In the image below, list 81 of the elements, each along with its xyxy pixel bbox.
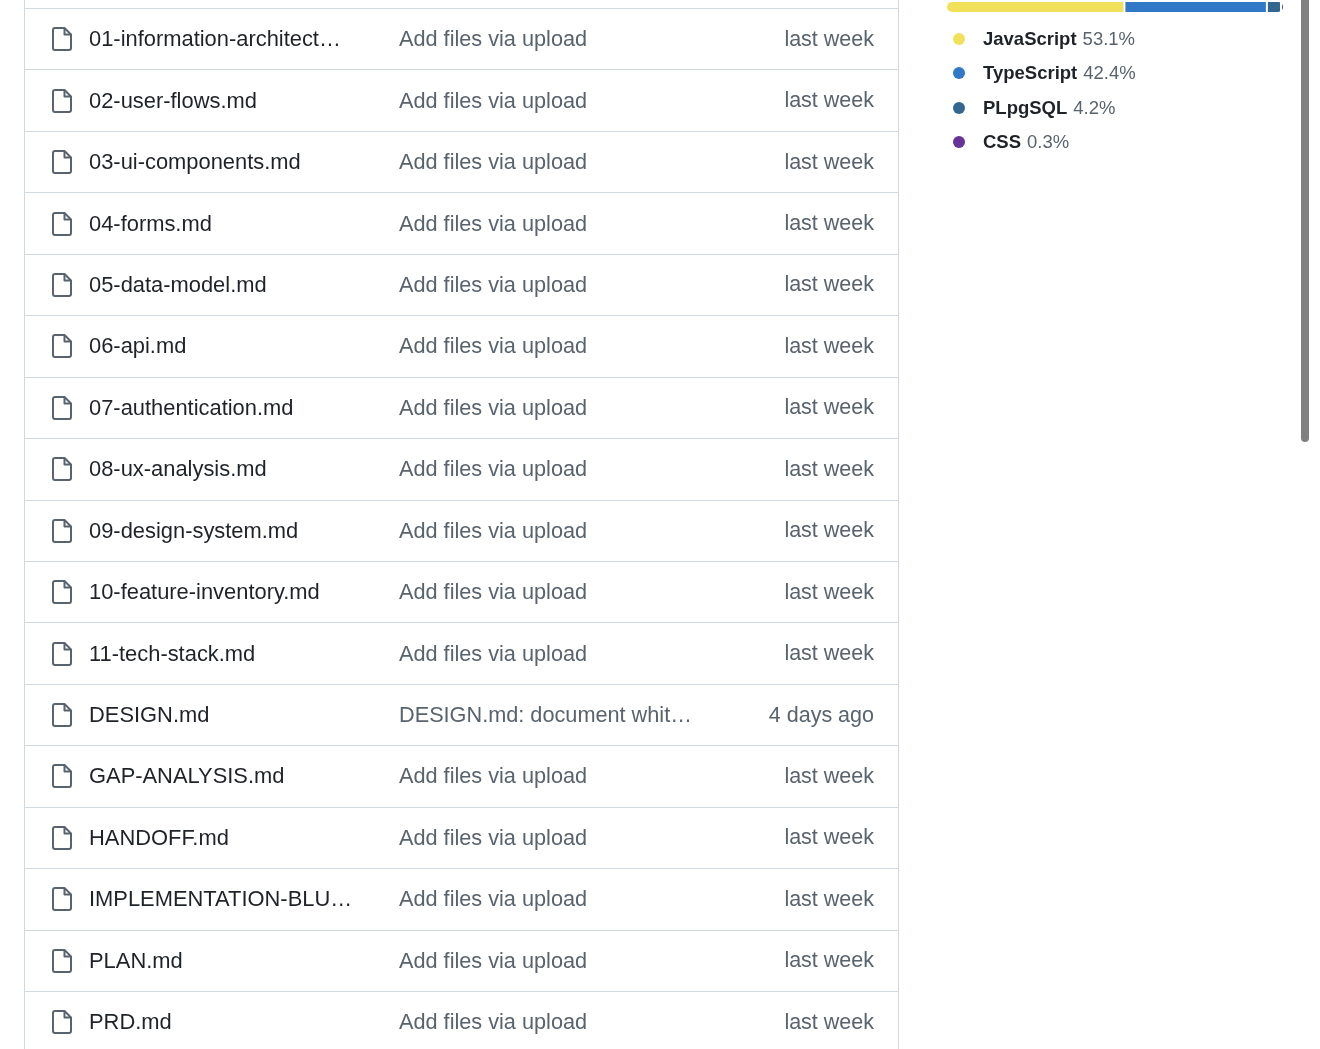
file-icon bbox=[52, 518, 72, 543]
updated-time: last week bbox=[784, 149, 874, 175]
updated-time: last week bbox=[784, 272, 874, 298]
file-icon bbox=[52, 457, 72, 482]
file-name-link[interactable]: 02-user-flows.md bbox=[89, 87, 379, 114]
language-name: CSS bbox=[983, 131, 1022, 154]
updated-time: last week bbox=[784, 948, 874, 974]
file-name-link[interactable]: HANDOFF.md bbox=[89, 824, 379, 851]
language-link[interactable]: CSS 0.3% bbox=[953, 130, 1070, 154]
file-name-link[interactable]: 09-design-system.md bbox=[89, 517, 379, 544]
commit-message-link[interactable]: Add files via upload bbox=[399, 271, 588, 298]
commit-message-link[interactable]: Add files via upload bbox=[399, 824, 588, 851]
file-icon bbox=[52, 272, 72, 297]
file-icon bbox=[52, 580, 72, 605]
language-name: JavaScript bbox=[983, 27, 1077, 50]
file-name-link[interactable]: 10-feature-inventory.md bbox=[89, 579, 379, 606]
commit-message-link[interactable]: Add files via upload bbox=[399, 579, 588, 606]
file-name-link[interactable]: 08-ux-analysis.md bbox=[89, 456, 379, 483]
commit-message-link[interactable]: Add files via upload bbox=[399, 886, 588, 913]
language-percent: 4.2% bbox=[1073, 96, 1116, 119]
updated-time: last week bbox=[784, 395, 874, 421]
commit-message-link[interactable]: Add files via upload bbox=[399, 26, 588, 53]
file-name-link[interactable]: 06-api.md bbox=[89, 333, 379, 360]
updated-time: last week bbox=[784, 26, 874, 52]
commit-message-link[interactable]: Add files via upload bbox=[399, 210, 588, 237]
language-percent: 53.1% bbox=[1082, 27, 1136, 50]
updated-time: last week bbox=[784, 579, 874, 605]
language-link[interactable]: PLpgSQL 4.2% bbox=[953, 96, 1116, 120]
commit-message-link[interactable]: Add files via upload bbox=[399, 149, 588, 176]
updated-time: last week bbox=[784, 211, 874, 237]
commit-message-link[interactable]: DESIGN.md: document whit… bbox=[399, 702, 692, 729]
file-name-link[interactable]: PLAN.md bbox=[89, 947, 379, 974]
commit-message-link[interactable]: Add files via upload bbox=[399, 394, 588, 421]
commit-message-link[interactable]: Add files via upload bbox=[399, 456, 588, 483]
file-icon bbox=[52, 764, 72, 789]
file-icon bbox=[52, 825, 72, 850]
updated-time: 4 days ago bbox=[768, 702, 874, 728]
file-icon bbox=[52, 334, 72, 359]
language-link[interactable]: TypeScript 42.4% bbox=[953, 61, 1136, 85]
file-icon bbox=[52, 88, 72, 113]
file-name-link[interactable]: 01-information-architect… bbox=[89, 26, 379, 53]
file-icon bbox=[52, 395, 72, 420]
commit-message-link[interactable]: Add files via upload bbox=[399, 763, 588, 790]
file-name-link[interactable]: 03-ui-components.md bbox=[89, 149, 379, 176]
file-name-link[interactable]: 05-data-model.md bbox=[89, 271, 379, 298]
file-icon bbox=[52, 150, 72, 175]
updated-time: last week bbox=[784, 763, 874, 789]
commit-message-link[interactable]: Add files via upload bbox=[399, 640, 588, 667]
updated-time: last week bbox=[784, 456, 874, 482]
language-name: PLpgSQL bbox=[983, 96, 1068, 119]
file-icon bbox=[52, 948, 72, 973]
file-icon bbox=[52, 27, 72, 52]
file-icon bbox=[52, 703, 72, 728]
language-percent: 0.3% bbox=[1027, 131, 1070, 154]
file-icon bbox=[52, 211, 72, 236]
commit-message-link[interactable]: Add files via upload bbox=[399, 333, 588, 360]
file-icon bbox=[52, 887, 72, 912]
updated-time: last week bbox=[784, 518, 874, 544]
language-name: TypeScript bbox=[983, 62, 1078, 85]
file-icon bbox=[52, 641, 72, 666]
file-name-link[interactable]: DESIGN.md bbox=[89, 702, 379, 729]
language-link[interactable]: JavaScript 53.1% bbox=[953, 27, 1136, 51]
file-name-link[interactable]: IMPLEMENTATION-BLU… bbox=[89, 886, 379, 913]
updated-time: last week bbox=[784, 886, 874, 912]
commit-message-link[interactable]: Add files via upload bbox=[399, 1009, 588, 1036]
file-name-link[interactable]: 04-forms.md bbox=[89, 210, 379, 237]
language-percent: 42.4% bbox=[1083, 62, 1136, 85]
file-name-link[interactable]: GAP-ANALYSIS.md bbox=[89, 763, 379, 790]
updated-time: last week bbox=[784, 333, 874, 359]
commit-message-link[interactable]: Add files via upload bbox=[399, 87, 588, 114]
commit-message-link[interactable]: Add files via upload bbox=[399, 947, 588, 974]
updated-time: last week bbox=[784, 88, 874, 114]
updated-time: last week bbox=[784, 825, 874, 851]
commit-message-link[interactable]: Add files via upload bbox=[399, 517, 588, 544]
file-name-link[interactable]: 11-tech-stack.md bbox=[89, 640, 379, 667]
file-icon bbox=[52, 1010, 72, 1035]
file-name-link[interactable]: 07-authentication.md bbox=[89, 394, 379, 421]
updated-time: last week bbox=[784, 1009, 874, 1035]
file-name-link[interactable]: PRD.md bbox=[89, 1009, 379, 1036]
updated-time: last week bbox=[784, 641, 874, 667]
scrollbar-thumb[interactable] bbox=[1301, 0, 1309, 442]
